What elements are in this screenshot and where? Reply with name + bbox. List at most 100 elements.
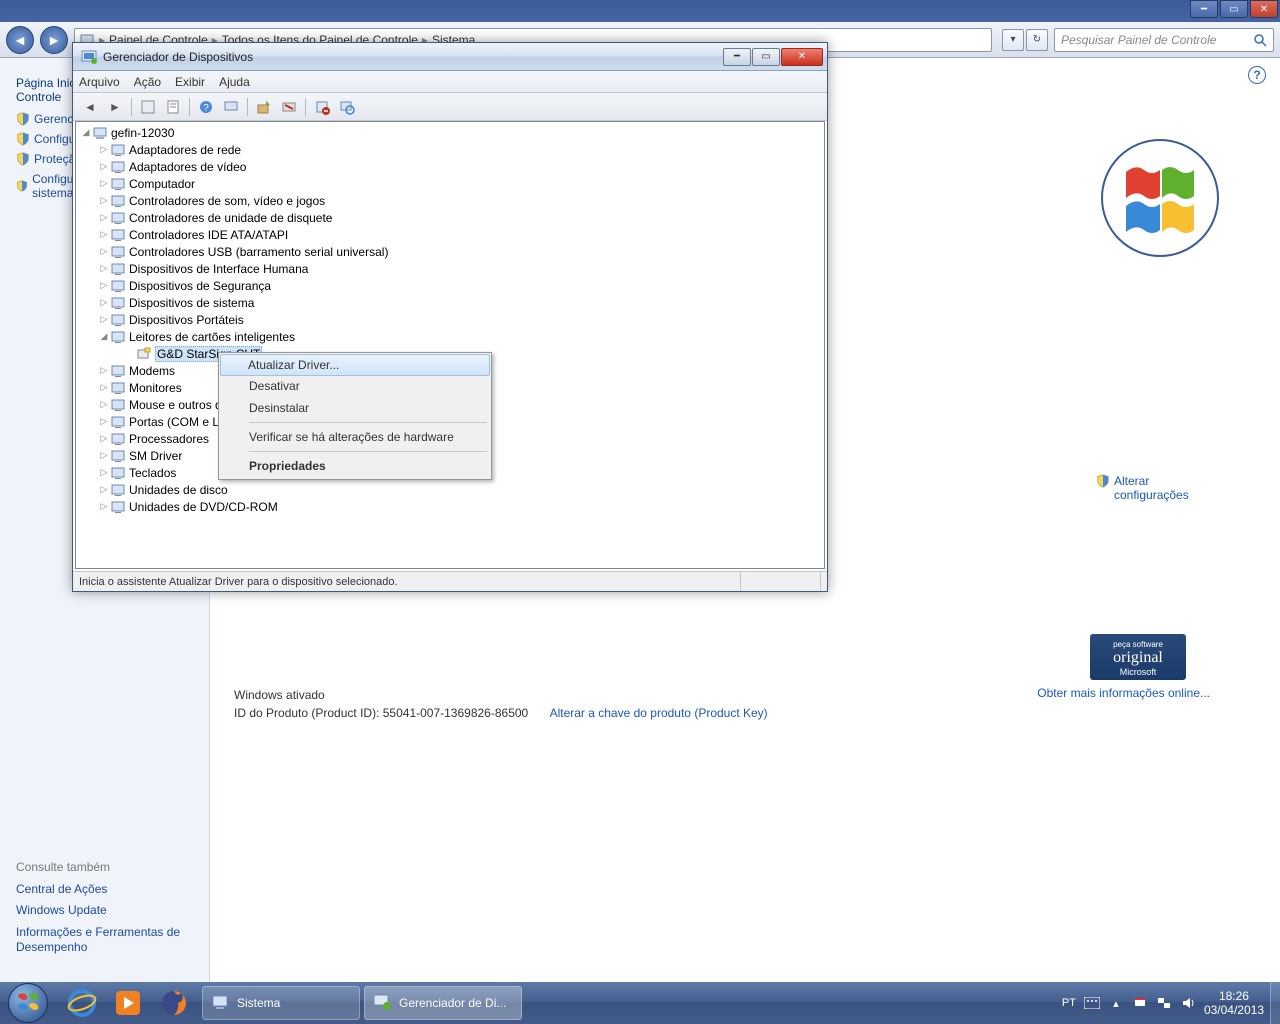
tree-category[interactable]: ▷Unidades de disco xyxy=(76,481,824,498)
tree-item-label: Controladores USB (barramento serial uni… xyxy=(129,245,388,259)
tree-category[interactable]: ▷Controladores de som, vídeo e jogos xyxy=(76,192,824,209)
clock[interactable]: 18:26 03/04/2013 xyxy=(1204,989,1264,1018)
expand-arrow-icon[interactable]: ▷ xyxy=(98,246,110,257)
menu-file[interactable]: Arquivo xyxy=(79,75,120,89)
tree-category[interactable]: ▷Adaptadores de vídeo xyxy=(76,158,824,175)
task-devmgr[interactable]: Gerenciador de Di... xyxy=(364,986,522,1020)
expand-arrow-icon[interactable]: ▷ xyxy=(98,467,110,478)
expand-arrow-icon[interactable]: ▷ xyxy=(98,161,110,172)
nav-forward-button[interactable]: ► xyxy=(40,26,68,54)
task-sistema[interactable]: Sistema xyxy=(202,986,360,1020)
tree-category[interactable]: ▷Dispositivos de sistema xyxy=(76,294,824,311)
ctx-uninstall[interactable]: Desinstalar xyxy=(221,397,489,419)
expand-arrow-icon[interactable]: ▷ xyxy=(98,399,110,410)
expand-arrow-icon[interactable]: ▷ xyxy=(98,484,110,495)
sidebar-link-perf[interactable]: Informações e Ferramentas de Desempenho xyxy=(16,925,201,956)
ctx-disable[interactable]: Desativar xyxy=(221,375,489,397)
expand-arrow-icon[interactable]: ▷ xyxy=(98,178,110,189)
menu-help[interactable]: Ajuda xyxy=(219,75,250,89)
back-icon[interactable]: ◄ xyxy=(79,96,101,118)
start-button[interactable] xyxy=(0,982,56,1024)
uninstall-icon[interactable] xyxy=(278,96,300,118)
expand-arrow-icon[interactable]: ▷ xyxy=(98,365,110,376)
help-icon[interactable]: ? xyxy=(195,96,217,118)
ie-icon xyxy=(67,988,97,1018)
expand-arrow-icon[interactable]: ▷ xyxy=(98,144,110,155)
dm-title-text: Gerenciador de Dispositivos xyxy=(103,50,253,64)
menu-view[interactable]: Exibir xyxy=(175,75,205,89)
search-input[interactable]: Pesquisar Painel de Controle xyxy=(1054,28,1274,52)
expand-arrow-icon[interactable]: ▷ xyxy=(98,416,110,427)
sidebar-link-windows-update[interactable]: Windows Update xyxy=(16,903,201,919)
tree-category[interactable]: ▷Dispositivos de Interface Humana xyxy=(76,260,824,277)
refresh-icon[interactable] xyxy=(220,96,242,118)
show-hidden-icon[interactable] xyxy=(137,96,159,118)
tree-item-label: Dispositivos de Segurança xyxy=(129,279,271,293)
expand-arrow-icon[interactable]: ▷ xyxy=(98,280,110,291)
expand-arrow-icon[interactable]: ▷ xyxy=(98,212,110,223)
expand-arrow-icon[interactable]: ▷ xyxy=(98,297,110,308)
wmp-pin[interactable] xyxy=(106,986,150,1020)
ctx-properties[interactable]: Propriedades xyxy=(221,455,489,477)
expand-arrow-icon[interactable]: ▷ xyxy=(98,195,110,206)
expand-arrow-icon[interactable]: ▷ xyxy=(98,263,110,274)
ctx-scan-hardware[interactable]: Verificar se há alterações de hardware xyxy=(221,426,489,448)
tree-category[interactable]: ▷Controladores de unidade de disquete xyxy=(76,209,824,226)
help-icon[interactable]: ? xyxy=(1248,66,1266,84)
maximize-button[interactable]: ▭ xyxy=(752,48,780,66)
expand-arrow-icon[interactable]: ▷ xyxy=(98,382,110,393)
network-icon[interactable] xyxy=(1156,995,1172,1011)
volume-icon[interactable] xyxy=(1180,995,1196,1011)
properties-icon[interactable] xyxy=(162,96,184,118)
close-button[interactable]: ✕ xyxy=(781,48,823,66)
tree-category[interactable]: ▷Adaptadores de rede xyxy=(76,141,824,158)
minimize-button[interactable]: ━ xyxy=(1190,0,1218,18)
language-indicator[interactable]: PT xyxy=(1062,997,1076,1009)
firefox-icon xyxy=(159,988,189,1018)
tree-category[interactable]: ▷Unidades de DVD/CD-ROM xyxy=(76,498,824,515)
tree-category[interactable]: ▷Dispositivos Portáteis xyxy=(76,311,824,328)
close-button[interactable]: ✕ xyxy=(1250,0,1278,18)
show-desktop-button[interactable] xyxy=(1270,982,1280,1024)
device-tree[interactable]: ◢gefin-12030▷Adaptadores de rede▷Adaptad… xyxy=(75,121,825,569)
ie-pin[interactable] xyxy=(60,986,104,1020)
tree-category[interactable]: ▷Computador xyxy=(76,175,824,192)
tree-root[interactable]: ◢gefin-12030 xyxy=(76,124,824,141)
tree-category[interactable]: ▷ Controladores USB (barramento serial un… xyxy=(76,243,824,260)
change-product-key-link[interactable]: Alterar a chave do produto (Product Key) xyxy=(550,706,768,720)
more-info-link[interactable]: Obter mais informações online... xyxy=(1037,686,1210,700)
forward-icon[interactable]: ► xyxy=(104,96,126,118)
badge-bot: Microsoft xyxy=(1120,667,1157,677)
scan-hardware-icon[interactable] xyxy=(336,96,358,118)
keyboard-icon[interactable] xyxy=(1084,995,1100,1011)
tree-category[interactable]: ▷Controladores IDE ATA/ATAPI xyxy=(76,226,824,243)
change-settings-link[interactable]: Alterar configurações xyxy=(1096,474,1194,502)
expand-arrow-icon[interactable]: ▷ xyxy=(98,433,110,444)
device-category-icon xyxy=(110,397,126,413)
show-hidden-icons[interactable]: ▴ xyxy=(1108,995,1124,1011)
expand-arrow-icon[interactable]: ▷ xyxy=(98,229,110,240)
expand-arrow-icon[interactable]: ▷ xyxy=(98,450,110,461)
flag-icon[interactable] xyxy=(1132,995,1148,1011)
breadcrumb-dropdown-button[interactable]: ▾ xyxy=(1002,29,1024,51)
minimize-button[interactable]: ━ xyxy=(723,48,751,66)
expand-arrow-icon[interactable]: ◢ xyxy=(98,331,110,342)
expand-arrow-icon[interactable]: ▷ xyxy=(98,501,110,512)
device-category-icon xyxy=(110,142,126,158)
update-driver-icon[interactable] xyxy=(253,96,275,118)
device-category-icon xyxy=(110,414,126,430)
menu-action[interactable]: Ação xyxy=(134,75,161,89)
disable-icon[interactable] xyxy=(311,96,333,118)
tree-category[interactable]: ◢Leitores de cartões inteligentes xyxy=(76,328,824,345)
tree-category[interactable]: ▷ Dispositivos de Segurança xyxy=(76,277,824,294)
sidebar-link-action-center[interactable]: Central de Ações xyxy=(16,882,201,898)
expand-arrow-icon[interactable]: ◢ xyxy=(80,127,92,138)
ctx-update-driver[interactable]: Atualizar Driver... xyxy=(220,354,490,376)
maximize-button[interactable]: ▭ xyxy=(1220,0,1248,18)
genuine-microsoft-badge[interactable]: peça software original Microsoft xyxy=(1090,634,1186,680)
firefox-pin[interactable] xyxy=(152,986,196,1020)
refresh-button[interactable]: ↻ xyxy=(1026,29,1048,51)
nav-back-button[interactable]: ◄ xyxy=(6,26,34,54)
dm-titlebar[interactable]: Gerenciador de Dispositivos ━ ▭ ✕ xyxy=(73,43,827,71)
expand-arrow-icon[interactable]: ▷ xyxy=(98,314,110,325)
